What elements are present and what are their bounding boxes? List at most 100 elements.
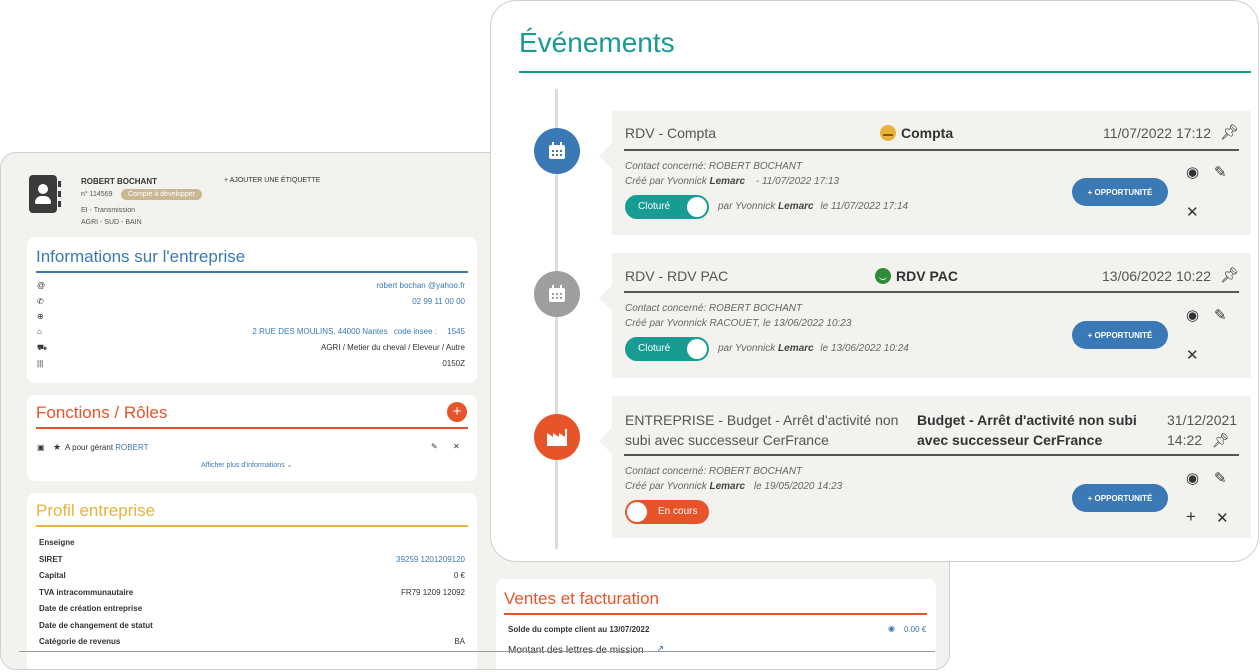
status-toggle[interactable]: En cours: [625, 500, 709, 524]
add-opportunity-button[interactable]: + OPPORTUNITÉ: [1072, 178, 1168, 206]
status-toggle[interactable]: Cloturé: [625, 195, 709, 219]
roles-title: Fonctions / Rôles: [36, 403, 168, 422]
event-date: 11/07/2022 17:12: [1103, 125, 1211, 141]
delete-role-icon[interactable]: ✕: [453, 442, 460, 451]
add-icon[interactable]: +: [1186, 507, 1196, 527]
activity-text: AGRI / Metier du cheval / Eleveur / Autr…: [320, 343, 465, 352]
info-title: Informations sur l'entreprise: [36, 247, 246, 266]
id-card-icon: ▣: [37, 443, 45, 452]
event-title: RDV - Compta: [625, 125, 717, 141]
external-link-icon[interactable]: ↗: [656, 644, 664, 655]
profile-row-label: Date de création entreprise: [39, 604, 143, 613]
event-tag: Compta: [880, 125, 953, 141]
edit-icon[interactable]: ✎: [1214, 469, 1227, 487]
insee-label: code insee :: [393, 327, 437, 336]
balance-value: 0.00 €: [904, 625, 927, 634]
event-created: Créé par Yvonnick Lemarc - 11/07/2022 17…: [625, 176, 840, 187]
phone-link[interactable]: 02 99 11 00 00: [412, 297, 465, 306]
event-tag-label: Compta: [901, 125, 954, 141]
role-label: A pour gérant: [65, 443, 114, 452]
calendar-icon: [534, 128, 580, 174]
event-card: RDV - Compta Compta 11/07/2022 17:12 📌︎ …: [599, 111, 1251, 235]
edit-icon[interactable]: ✎: [1214, 306, 1227, 324]
closed-by: par Yvonnick Lemarc le 11/07/2022 17:14: [718, 201, 909, 212]
event-card: RDV - RDV PAC RDV PAC 13/06/2022 10:22 📌…: [599, 253, 1251, 378]
neutral-face-icon: [880, 125, 896, 141]
profile-row-label: Catégorie de revenus: [39, 637, 121, 646]
closed-by: par Yvonnick Lemarc le 13/06/2022 10:24: [718, 343, 909, 354]
smiley-face-icon: [875, 268, 891, 284]
events-title: Événements: [519, 27, 675, 58]
contact-card-icon: [29, 175, 61, 213]
event-date: 31/12/2021 14:22 📌︎: [1167, 412, 1238, 448]
profile-title: Profil entreprise: [36, 501, 156, 520]
barcode-icon: |||: [37, 359, 44, 368]
company-line-1: EI - Transmission: [81, 207, 136, 214]
add-opportunity-button[interactable]: + OPPORTUNITÉ: [1072, 484, 1168, 512]
view-icon[interactable]: ◉: [1186, 163, 1199, 181]
close-icon[interactable]: ✕: [1186, 203, 1199, 221]
naf-code: 0150Z: [442, 359, 465, 368]
event-created: Créé par Yvonnick RACOUET, le 13/06/2022…: [625, 318, 852, 329]
profile-row-label: TVA intracommunautaire: [39, 587, 134, 597]
company-number: n° 114569: [81, 191, 113, 198]
company-name: ROBERT BOCHANT: [81, 177, 157, 186]
view-icon[interactable]: ◉: [1186, 469, 1199, 487]
profile-row-value: FR79 1209 12092: [400, 587, 465, 597]
events-window: Événements RDV - Compta Compta 11/07/202…: [490, 0, 1259, 562]
factory-icon: [534, 414, 580, 460]
sales-card: Ventes et facturation Solde du compte cl…: [496, 579, 936, 669]
address-link[interactable]: 2 RUE DES MOULINS, 44000 Nantes: [252, 327, 387, 336]
role-person-link[interactable]: ROBERT: [115, 443, 148, 452]
add-opportunity-button[interactable]: + OPPORTUNITÉ: [1072, 321, 1168, 349]
profile-row-label: Capital: [39, 571, 66, 580]
view-balance-icon[interactable]: ◉: [888, 624, 895, 633]
event-tag-label: Budget - Arrêt d'activité non subi: [917, 412, 1137, 428]
close-icon[interactable]: ✕: [1186, 346, 1199, 364]
event-tag-label: RDV PAC: [896, 268, 958, 284]
pin-icon[interactable]: 📌︎: [1212, 432, 1230, 448]
profile-row-value: BA: [454, 637, 465, 646]
company-line-2: AGRI - SUD - BAIN: [81, 219, 142, 226]
profile-row-value: 39259 1201209120: [396, 554, 465, 564]
event-created: Créé par Yvonnick Lemarc le 19/05/2020 1…: [625, 481, 843, 492]
calendar-icon: [534, 271, 580, 317]
roles-card: Fonctions / Rôles + ▣ ★ A pour gérant RO…: [27, 395, 477, 481]
globe-icon: ⊕: [37, 312, 44, 321]
building-icon: ⌂: [37, 327, 42, 336]
event-contact: Contact concerné: ROBERT BOCHANT: [625, 161, 803, 172]
phone-icon: ✆: [37, 297, 44, 306]
event-date: 13/06/2022 10:22: [1102, 268, 1211, 284]
profile-row-label: Date de changement de statut: [39, 620, 153, 630]
star-icon: ★: [53, 442, 62, 452]
events-title-rule: [519, 71, 1251, 73]
show-more-link[interactable]: Afficher plus d'informations ⌄: [201, 461, 293, 469]
status-toggle[interactable]: Cloturé: [625, 337, 709, 361]
balance-label: Solde du compte client au 13/07/2022: [508, 625, 650, 634]
email-link[interactable]: robert bochan @yahoo.fr: [376, 281, 465, 290]
pin-icon[interactable]: 📌︎: [1220, 123, 1239, 141]
event-tag: Budget - Arrêt d'activité non subi avec …: [917, 412, 1137, 448]
info-card: Informations sur l'entreprise @ robert b…: [27, 237, 477, 383]
event-title: RDV - RDV PAC: [625, 268, 729, 284]
status-label: Cloturé: [638, 343, 671, 354]
insee-value: 1545: [447, 327, 465, 336]
email-icon: @: [37, 281, 46, 290]
profile-row-value: 0 €: [453, 571, 465, 580]
edit-icon[interactable]: ✎: [1214, 163, 1227, 181]
close-icon[interactable]: ✕: [1216, 509, 1229, 527]
edit-role-icon[interactable]: ✎: [431, 442, 438, 451]
event-title: ENTREPRISE - Budget - Arrêt d'activité n…: [625, 412, 899, 448]
status-label: En cours: [658, 506, 698, 517]
view-icon[interactable]: ◉: [1186, 306, 1199, 324]
sales-title: Ventes et facturation: [504, 589, 659, 608]
pin-icon[interactable]: 📌︎: [1220, 266, 1239, 284]
profile-row-label: Enseigne: [39, 538, 75, 547]
event-contact: Contact concerné: ROBERT BOCHANT: [625, 466, 803, 477]
profile-card: Profil entreprise Enseigne SIRET 39259 120…: [27, 493, 477, 669]
account-tag[interactable]: Compte à développer: [121, 189, 202, 200]
cart-icon: ⛟: [37, 343, 48, 352]
add-role-button[interactable]: +: [447, 402, 467, 422]
profile-row-label: SIRET: [39, 554, 63, 564]
add-tag-link[interactable]: + AJOUTER UNE ÉTIQUETTE: [224, 177, 320, 184]
